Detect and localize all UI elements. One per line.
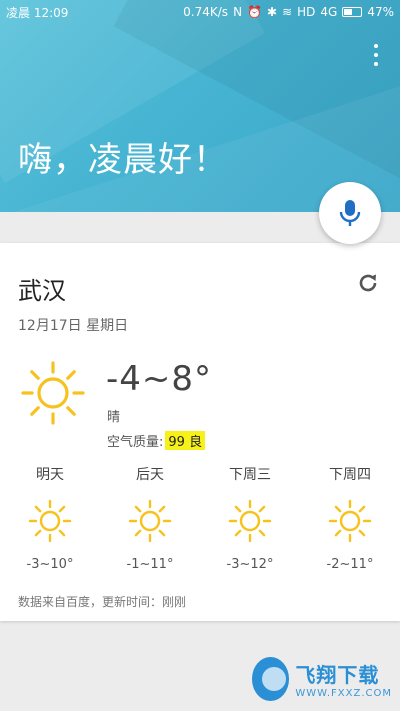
watermark: 飞翔下载 WWW.FXXZ.COM (252, 655, 392, 703)
header-banner: 凌晨 12:09 0.74K/s N ⏰ ✱ ≋ HD 4G 47% 嗨，凌晨好… (0, 0, 400, 212)
forecast-temp: -2~11° (326, 557, 374, 572)
nfc-icon: N (233, 5, 243, 19)
greeting-text: 嗨，凌晨好！ (18, 140, 228, 180)
battery-icon (342, 7, 363, 17)
weather-condition: 晴 (107, 410, 121, 425)
forecast-item: 下周三 -3~12° (200, 465, 300, 572)
watermark-title: 飞翔下载 (295, 663, 380, 687)
forecast-day: 后天 (136, 467, 164, 483)
forecast-day: 明天 (36, 467, 64, 483)
aqi-value: 99 良 (165, 431, 206, 450)
sun-icon (228, 499, 272, 543)
watermark-url: WWW.FXXZ.COM (295, 688, 392, 699)
forecast-temp: -3~12° (226, 557, 274, 572)
sun-icon (128, 499, 172, 543)
city-name: 武汉 (18, 277, 66, 305)
sun-icon (328, 499, 372, 543)
sun-icon (21, 361, 85, 425)
forecast-day: 下周四 (329, 467, 371, 483)
forecast-item: 后天 -1~11° (100, 465, 200, 572)
bluetooth-icon: ✱ (267, 5, 278, 19)
wifi-icon: ≋ (282, 5, 293, 19)
weather-card: 武汉 12月17日 星期日 -4~8° 晴 空气质量: 99 良 明天 -3~1… (0, 243, 400, 621)
forecast-item: 明天 -3~10° (0, 465, 100, 572)
status-time: 凌晨 12:09 (6, 5, 69, 20)
temperature-range: -4~8° (106, 359, 213, 399)
refresh-icon[interactable] (356, 271, 380, 295)
forecast-temp: -1~11° (126, 557, 174, 572)
sun-icon (28, 499, 72, 543)
forecast-day: 下周三 (229, 467, 271, 483)
battery-percent: 47% (367, 5, 394, 19)
alarm-icon: ⏰ (247, 5, 262, 19)
date-text: 12月17日 星期日 (18, 318, 129, 334)
air-quality: 空气质量: 99 良 (107, 431, 206, 450)
forecast-item: 下周四 -2~11° (300, 465, 400, 572)
voice-search-button[interactable] (319, 182, 381, 244)
aqi-label: 空气质量: (107, 435, 164, 450)
signal-type: 4G (320, 5, 338, 19)
status-bar: 凌晨 12:09 0.74K/s N ⏰ ✱ ≋ HD 4G 47% (0, 0, 400, 24)
network-type: HD (297, 5, 316, 19)
net-speed: 0.74K/s (183, 5, 229, 19)
forecast-row: 明天 -3~10° 后天 -1~11° 下周三 -3~12° 下周四 -2~11… (0, 465, 400, 585)
data-source-text: 数据来自百度，更新时间：刚刚 (18, 595, 187, 609)
forecast-temp: -3~10° (26, 557, 74, 572)
microphone-icon (339, 200, 361, 226)
watermark-logo-icon (252, 657, 290, 701)
overflow-menu-icon[interactable] (368, 44, 384, 66)
